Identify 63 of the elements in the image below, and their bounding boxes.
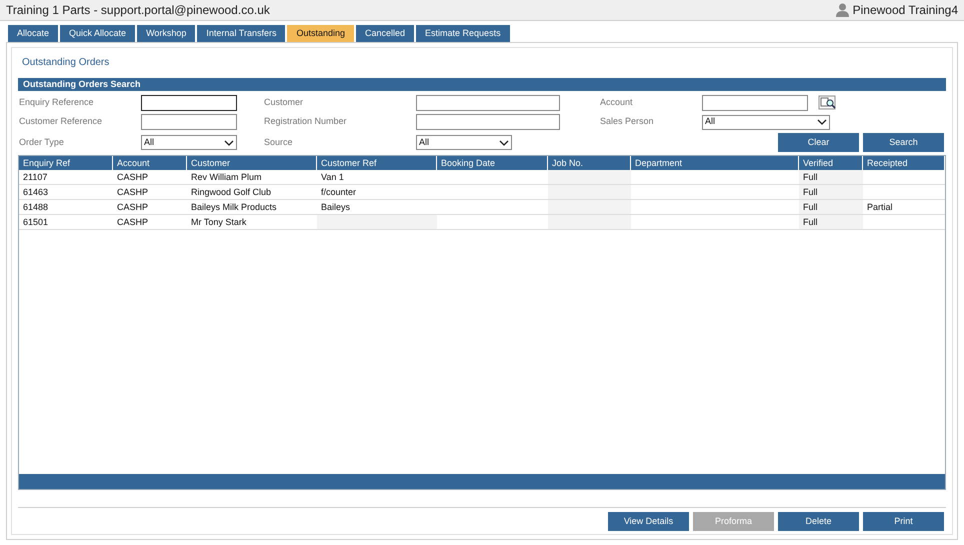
table-cell-text: CASHP <box>116 201 150 214</box>
input-field[interactable] <box>702 95 808 111</box>
form-button[interactable]: Clear <box>778 133 859 152</box>
table-cell-text: 21107 <box>22 171 48 184</box>
table-cell-text: CASHP <box>116 171 150 184</box>
input-field[interactable] <box>416 95 560 111</box>
action-button[interactable]: View Details <box>608 512 689 531</box>
table-cell-text: Van 1 <box>320 171 345 184</box>
tab[interactable]: Allocate <box>8 25 58 42</box>
column-header[interactable]: Receipted <box>863 156 945 170</box>
action-button[interactable]: Delete <box>778 512 859 531</box>
user-name: Pinewood Training4 <box>852 2 958 19</box>
input-field[interactable] <box>141 95 237 111</box>
field-label: Account <box>599 96 634 110</box>
section-title: Outstanding Orders Search <box>23 78 141 91</box>
field-label: Order Type <box>18 136 65 149</box>
table-cell: Full <box>799 200 863 214</box>
table-cell-text: Baileys Milk Products <box>190 201 278 214</box>
dropdown[interactable]: All <box>702 114 830 130</box>
tab[interactable]: Workshop <box>137 25 196 42</box>
form-button[interactable]: Search <box>863 133 944 152</box>
table-cell-text: Rev William Plum <box>190 171 263 184</box>
table-cell: Full <box>799 215 863 229</box>
table-cell-text: 61463 <box>22 186 50 199</box>
table-cell-text: Baileys <box>320 201 352 214</box>
lookup-icon[interactable] <box>818 95 838 111</box>
tab[interactable]: Estimate Requests <box>416 25 510 42</box>
table-cell-text: Partial <box>866 201 894 214</box>
chevron-down-icon <box>817 119 827 125</box>
column-header[interactable]: Account <box>113 156 187 170</box>
input-field[interactable] <box>416 114 560 130</box>
table-cell-text: Mr Tony Stark <box>190 216 248 229</box>
tab[interactable]: Quick Allocate <box>60 25 136 42</box>
table-cell-text: Ringwood Golf Club <box>190 186 272 199</box>
action-button[interactable]: Print <box>863 512 944 531</box>
table-cell-text: f/counter <box>320 186 358 199</box>
field-label: Sales Person <box>599 115 655 128</box>
table-cell: Full <box>799 170 863 184</box>
column-header[interactable]: Enquiry Ref <box>19 156 113 170</box>
column-header[interactable]: Booking Date <box>437 156 548 170</box>
tab[interactable]: Cancelled <box>356 25 414 42</box>
window-title: Training 1 Parts - support.portal@pinewood.co.uk <box>6 2 270 19</box>
tab[interactable]: Outstanding <box>287 25 354 42</box>
dropdown[interactable]: All <box>416 135 512 150</box>
field-label: Source <box>263 136 294 149</box>
user-icon <box>836 3 849 17</box>
page-title: Outstanding Orders <box>22 56 110 70</box>
chevron-down-icon <box>224 140 234 146</box>
field-label: Registration Number <box>263 115 348 128</box>
field-label: Customer <box>263 96 304 110</box>
table-cell-text: CASHP <box>116 216 150 229</box>
table-cell-text: 61501 <box>22 216 50 229</box>
dropdown[interactable]: All <box>141 135 237 150</box>
field-label: Enquiry Reference <box>18 96 95 110</box>
table-cell-text: CASHP <box>116 186 150 199</box>
table-cell: Full <box>799 185 863 199</box>
chevron-down-icon <box>499 140 509 146</box>
tab[interactable]: Internal Transfers <box>197 25 286 42</box>
column-header[interactable]: Customer <box>187 156 317 170</box>
column-header[interactable]: Customer Ref <box>317 156 437 170</box>
field-label: Customer Reference <box>18 115 104 128</box>
input-field[interactable] <box>141 114 237 130</box>
table-cell-text: 61488 <box>22 201 50 214</box>
